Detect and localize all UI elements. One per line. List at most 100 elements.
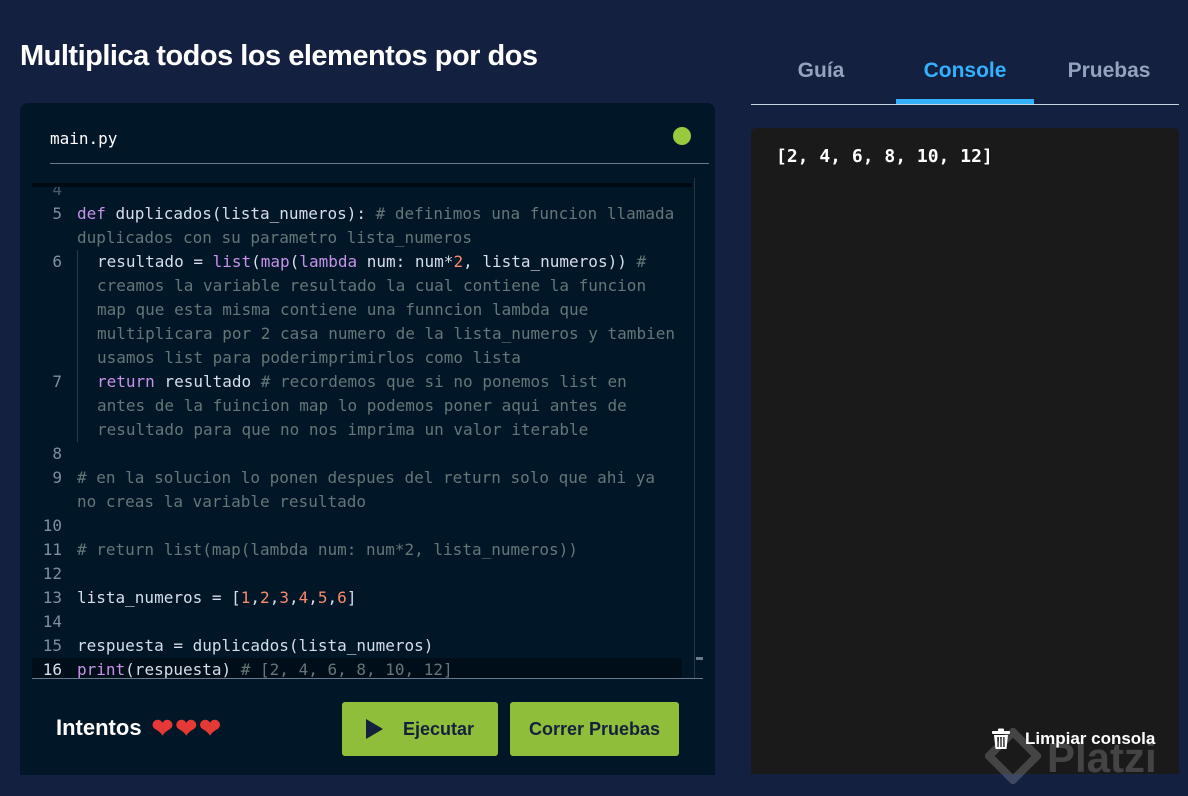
line-number: 13 <box>42 588 62 607</box>
code-line[interactable]: 15 respuesta = duplicados(lista_numeros) <box>32 634 682 658</box>
code-line[interactable]: 4​ <box>32 178 682 202</box>
page-title: Multiplica todos los elementos por dos <box>20 40 538 72</box>
line-number: 12 <box>42 564 62 583</box>
code-token: 5 <box>317 588 328 607</box>
code-token: , lista_numeros)) <box>463 252 637 271</box>
code-line[interactable]: 6 resultado = list(map(lambda num: num*2,… <box>32 250 682 370</box>
code-text: print(respuesta) # [2, 4, 6, 8, 10, 12] <box>77 658 682 678</box>
code-line[interactable]: 11 # return list(map(lambda num: num*2, l… <box>32 538 682 562</box>
code-token: resultado <box>154 372 261 391</box>
attempts-hearts: ❤ ❤ ❤ <box>152 715 221 741</box>
tab-pruebas[interactable]: Pruebas <box>1039 40 1179 102</box>
tab-guia[interactable]: Guía <box>751 40 891 102</box>
line-number: 14 <box>42 612 62 631</box>
code-token: map <box>260 252 290 271</box>
code-token: lambda <box>299 252 358 271</box>
play-icon <box>365 719 383 739</box>
code-token: 4 <box>298 588 309 607</box>
code-token: , <box>269 588 280 607</box>
line-number: 4 <box>52 180 62 199</box>
code-token: def <box>77 204 106 223</box>
status-dot-icon <box>673 127 691 145</box>
vertical-scrollbar-track[interactable] <box>694 178 695 678</box>
code-token: respuesta = duplicados(lista_numeros) <box>77 636 434 655</box>
code-line[interactable]: 13 lista_numeros = [1,2,3,4,5,6] <box>32 586 682 610</box>
code-token: , <box>327 588 338 607</box>
code-token: print <box>77 660 126 678</box>
vertical-scrollbar-thumb[interactable] <box>696 657 703 660</box>
code-text: # en la solucion lo ponen despues del re… <box>77 466 682 514</box>
code-text: ​ <box>77 610 682 634</box>
code-line[interactable]: 14 ​ <box>32 610 682 634</box>
line-number: 11 <box>42 540 62 559</box>
code-line[interactable]: 9 # en la solucion lo ponen despues del r… <box>32 466 682 514</box>
divider <box>32 678 703 679</box>
code-line[interactable]: 7 return resultado # recordemos que si no… <box>32 370 682 442</box>
code-text: ​ <box>77 178 682 202</box>
line-number: 15 <box>42 636 62 655</box>
code-line[interactable]: 16 print(respuesta) # [2, 4, 6, 8, 10, 12… <box>32 658 682 678</box>
code-text: def duplicados(lista_numeros): # definim… <box>77 202 682 250</box>
code-area[interactable]: 4​5def duplicados(lista_numeros): # defi… <box>32 178 703 678</box>
code-token: list <box>212 252 252 271</box>
line-number: 5 <box>52 204 62 223</box>
code-token: 6 <box>337 588 347 607</box>
file-name: main.py <box>50 129 118 148</box>
console-output: [2, 4, 6, 8, 10, 12] <box>776 146 993 167</box>
code-text: ​ <box>77 562 682 586</box>
line-number: 8 <box>52 444 62 463</box>
code-text: ​ <box>77 442 682 466</box>
code-text: lista_numeros = [1,2,3,4,5,6] <box>77 586 682 610</box>
code-line[interactable]: 8​ <box>32 442 682 466</box>
attempts-label: Intentos <box>56 715 142 740</box>
code-token: lista_numeros = [ <box>77 588 241 607</box>
code-text: respuesta = duplicados(lista_numeros) <box>77 634 682 658</box>
code-token: 1 <box>240 588 251 607</box>
code-token: ] <box>346 588 357 607</box>
code-top-shadow <box>32 183 692 187</box>
code-token: ( <box>289 252 300 271</box>
code-text: # return list(map(lambda num: num*2, lis… <box>77 538 682 562</box>
run-button-label: Ejecutar <box>402 718 475 739</box>
clear-console-label: Limpiar consola <box>1025 729 1156 748</box>
code-token: 3 <box>279 588 289 607</box>
code-token: , <box>288 588 299 607</box>
line-number: 16 <box>42 660 62 678</box>
code-text: ​ <box>77 514 682 538</box>
heart-icon: ❤ <box>199 713 221 743</box>
run-button[interactable]: Ejecutar <box>342 702 498 756</box>
tab-console[interactable]: Console <box>896 40 1034 104</box>
console-panel: [2, 4, 6, 8, 10, 12] Limpiar consola <box>751 128 1179 774</box>
line-number: 7 <box>52 372 62 391</box>
code-token: resultado = <box>97 252 213 271</box>
code-token: num: num* <box>357 252 454 271</box>
line-number: 6 <box>52 252 62 271</box>
code-token: return <box>97 372 155 391</box>
code-line[interactable]: 10 ​ <box>32 514 682 538</box>
run-tests-button-label: Correr Pruebas <box>528 718 661 739</box>
attempts: Intentos ❤ ❤ ❤ <box>56 715 221 741</box>
line-number: 9 <box>52 468 62 487</box>
heart-icon: ❤ <box>151 713 174 743</box>
code-token: , <box>308 588 318 607</box>
code-text: resultado = list(map(lambda num: num*2, … <box>77 250 682 370</box>
code-token: , <box>250 588 261 607</box>
code-token: 2 <box>260 588 270 607</box>
run-tests-button[interactable]: Correr Pruebas <box>510 702 679 756</box>
code-editor-panel: main.py 4​5def duplicados(lista_numeros)… <box>20 103 715 775</box>
code-line[interactable]: 5 def duplicados(lista_numeros): # defini… <box>32 202 682 250</box>
file-header: main.py <box>50 103 709 164</box>
code-token: # [2, 4, 6, 8, 10, 12] <box>240 660 453 678</box>
heart-icon: ❤ <box>175 713 198 743</box>
code-text: return resultado # recordemos que si no … <box>77 370 682 442</box>
code-token: (respuesta) <box>125 660 241 678</box>
code-token: # return list(map(lambda num: num*2, lis… <box>77 540 578 559</box>
code-lines[interactable]: 4​5def duplicados(lista_numeros): # defi… <box>32 178 682 678</box>
code-line[interactable]: 12 ​ <box>32 562 682 586</box>
line-number: 10 <box>42 516 62 535</box>
trash-icon <box>992 728 1010 749</box>
tab-bar: Guía Console Pruebas <box>751 40 1179 105</box>
clear-console-button[interactable]: Limpiar consola <box>991 728 1155 750</box>
code-token: duplicados(lista_numeros): <box>105 204 376 223</box>
code-token: # en la solucion lo ponen despues del re… <box>77 468 665 511</box>
